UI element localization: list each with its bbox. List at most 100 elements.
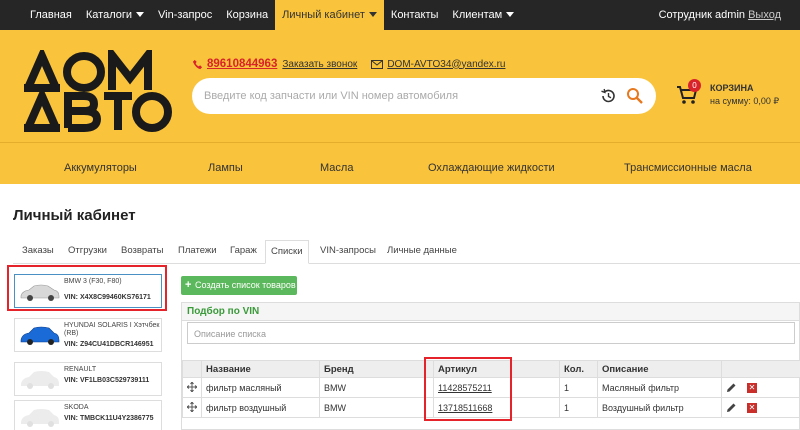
nav-catalogs-label: Каталоги — [85, 9, 133, 21]
item-brand: BMW — [319, 377, 434, 398]
nav-contacts[interactable]: Контакты — [384, 0, 446, 30]
drag-handle-icon[interactable] — [187, 381, 197, 392]
list-panel-header: Подбор по VIN — [182, 303, 799, 321]
col-article: Артикул — [433, 360, 560, 378]
tab-returns[interactable]: Возвраты — [116, 240, 168, 264]
email-link[interactable]: DOM-AVTO34@yandex.ru — [387, 59, 505, 70]
col-actions — [721, 360, 800, 378]
nav-vin-request[interactable]: Vin-запрос — [151, 0, 219, 30]
table-header-row: Название Бренд Артикул Кол. Описание — [182, 360, 800, 378]
cart-count-badge: 0 — [688, 79, 701, 92]
table-row: фильтр масляный BMW 11428575211 1 Маслян… — [182, 377, 800, 398]
search-icon[interactable] — [626, 87, 644, 105]
car-model: RENAULT — [64, 366, 97, 373]
nav-clients[interactable]: Клиентам — [445, 0, 521, 30]
nav-cart[interactable]: Корзина — [219, 0, 275, 30]
create-list-button[interactable]: + Создать список товаров — [181, 276, 297, 295]
drag-cell[interactable] — [182, 397, 202, 418]
caret-down-icon — [506, 12, 515, 17]
category-lamps[interactable]: Лампы — [208, 162, 243, 174]
delete-icon[interactable]: ✕ — [747, 402, 757, 413]
nav-contacts-label: Контакты — [390, 9, 439, 21]
dom-avto-logo[interactable] — [22, 50, 174, 132]
create-list-label: Создать список товаров — [195, 280, 296, 290]
drag-cell[interactable] — [182, 377, 202, 398]
list-panel: Подбор по VIN Название Бренд Артикул Кол… — [181, 302, 800, 430]
logout-link[interactable]: Выход — [748, 9, 781, 21]
tab-shipments[interactable]: Отгрузки — [63, 240, 112, 264]
col-description: Описание — [597, 360, 722, 378]
car-vin: VIN: X4X8C99460KS76171 — [64, 294, 151, 301]
item-qty: 1 — [559, 397, 598, 418]
nav-vin-label: Vin-запрос — [158, 9, 213, 21]
callback-link[interactable]: Заказать звонок — [282, 59, 357, 70]
cart-sum: на сумму: 0,00 ₽ — [710, 96, 780, 106]
nav-home-label: Главная — [30, 9, 72, 21]
item-brand: BMW — [319, 397, 434, 418]
tab-lists[interactable]: Списки — [265, 240, 309, 264]
nav-cart-label: Корзина — [226, 9, 269, 21]
tab-orders[interactable]: Заказы — [17, 240, 59, 264]
col-name: Название — [201, 360, 320, 378]
garage-car-skoda[interactable]: SKODA VIN: TMBCK11U4Y2386775 — [14, 400, 162, 430]
car-model: HYUNDAI SOLARIS I Хэтчбек — [64, 322, 160, 329]
nav-clients-label: Клиентам — [452, 9, 503, 21]
plus-icon: + — [185, 279, 192, 291]
category-batteries[interactable]: Аккумуляторы — [64, 162, 137, 174]
car-thumbnail — [20, 284, 60, 301]
top-navigation: Главная Каталоги Vin-запрос Корзина Личн… — [0, 0, 800, 30]
car-placeholder-icon — [21, 409, 59, 427]
user-label: Сотрудник admin — [658, 9, 746, 21]
search-input[interactable] — [204, 87, 594, 105]
caret-down-icon — [136, 12, 145, 17]
garage-car-hyundai[interactable]: HYUNDAI SOLARIS I Хэтчбек (RB) VIN: Z94C… — [14, 318, 162, 352]
list-description-box — [187, 322, 795, 344]
item-article-link[interactable]: 13718511668 — [433, 397, 560, 418]
list-items-table: Название Бренд Артикул Кол. Описание фил… — [182, 360, 800, 418]
nav-account[interactable]: Личный кабинет — [275, 0, 384, 30]
header-divider — [0, 142, 800, 143]
phone-link[interactable]: 89610844963 — [207, 58, 277, 70]
list-description-input[interactable] — [194, 327, 784, 340]
nav-home[interactable]: Главная — [23, 0, 79, 30]
edit-pencil-icon[interactable] — [726, 382, 737, 393]
item-actions: ✕ — [721, 397, 800, 418]
edit-pencil-icon[interactable] — [726, 402, 737, 413]
delete-icon[interactable]: ✕ — [747, 382, 757, 393]
category-nav: Аккумуляторы Лампы Масла Охлаждающие жид… — [0, 154, 800, 184]
table-row: фильтр воздушный BMW 13718511668 1 Возду… — [182, 397, 800, 418]
item-qty: 1 — [559, 377, 598, 398]
cart-widget[interactable]: 0 КОРЗИНА на сумму: 0,00 ₽ — [676, 79, 796, 111]
history-icon[interactable] — [600, 88, 616, 104]
account-tabs: Заказы Отгрузки Возвраты Платежи Гараж С… — [13, 240, 800, 264]
garage-car-bmw[interactable]: BMW 3 (F30, F80) VIN: X4X8C99460KS76171 — [14, 274, 162, 308]
car-vin: VIN: VF1LB03C529739111 — [64, 377, 150, 384]
car-vin: VIN: Z94CU41DBCR146951 — [64, 341, 154, 348]
tab-personal-data[interactable]: Личные данные — [382, 240, 462, 264]
item-name: фильтр масляный — [201, 377, 320, 398]
mail-icon — [371, 59, 384, 69]
item-description: Воздушный фильтр — [597, 397, 722, 418]
page-title: Личный кабинет — [13, 207, 136, 224]
col-qty: Кол. — [559, 360, 598, 378]
col-brand: Бренд — [319, 360, 434, 378]
tab-vin-requests[interactable]: VIN-запросы — [315, 240, 381, 264]
item-article-link[interactable]: 11428575211 — [433, 377, 560, 398]
car-model: SKODA — [64, 404, 89, 411]
nav-account-label: Личный кабинет — [282, 9, 365, 21]
category-transmission-oils[interactable]: Трансмиссионные масла — [624, 162, 752, 174]
drag-handle-icon[interactable] — [187, 401, 197, 412]
phone-icon — [192, 59, 203, 69]
search-bar — [192, 78, 656, 114]
car-thumbnail — [20, 326, 60, 345]
tab-payments[interactable]: Платежи — [173, 240, 222, 264]
nav-catalogs[interactable]: Каталоги — [79, 0, 151, 30]
tab-garage[interactable]: Гараж — [225, 240, 262, 264]
list-title[interactable]: Подбор по VIN — [187, 306, 259, 317]
garage-car-renault[interactable]: RENAULT VIN: VF1LB03C529739111 — [14, 362, 162, 396]
car-model-line2: (RB) — [64, 330, 79, 337]
item-description: Масляный фильтр — [597, 377, 722, 398]
car-vin: VIN: TMBCK11U4Y2386775 — [64, 415, 154, 422]
category-coolants[interactable]: Охлаждающие жидкости — [428, 162, 555, 174]
category-oils[interactable]: Масла — [320, 162, 353, 174]
